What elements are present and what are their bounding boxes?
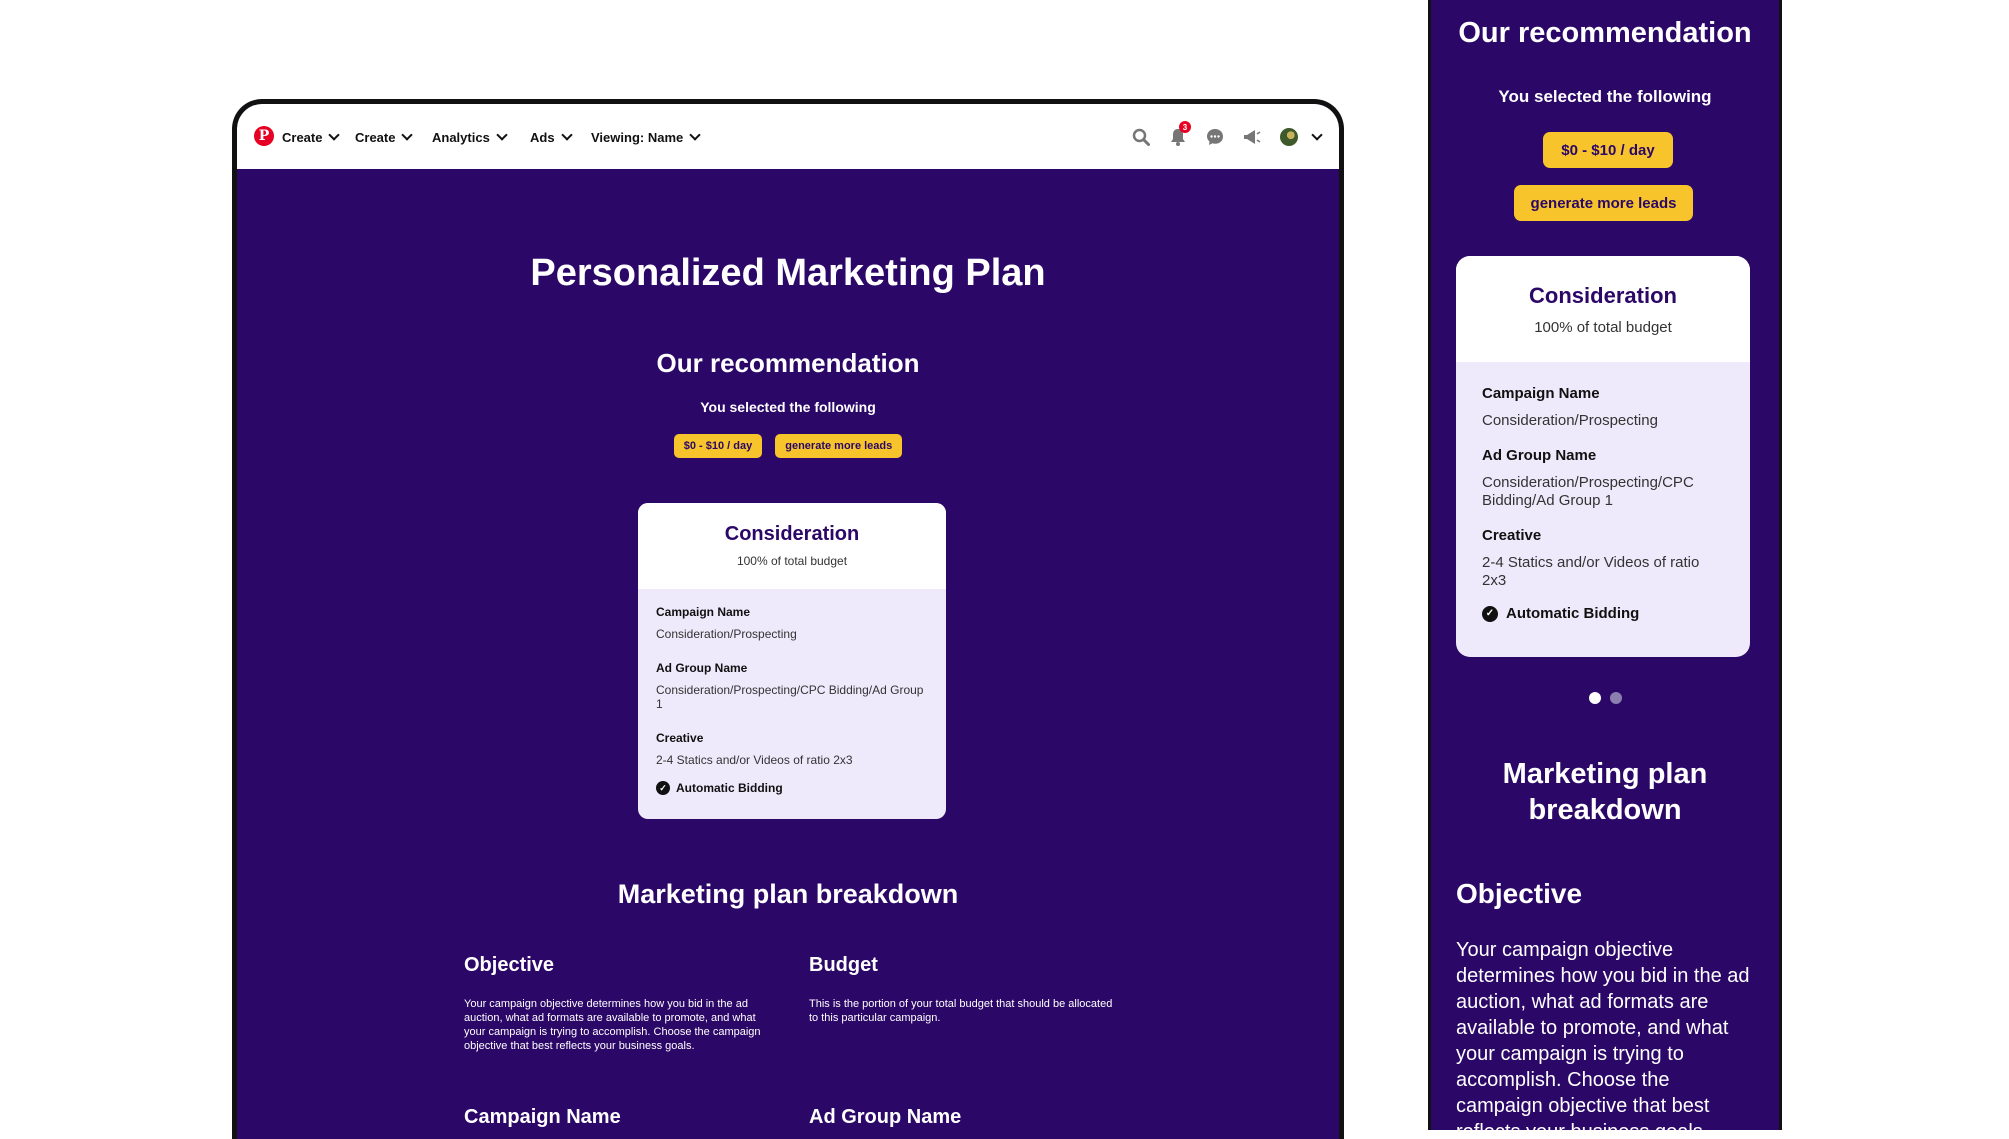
breakdown-heading: Marketing plan breakdown bbox=[1502, 758, 1708, 826]
mobile-preview: Our recommendation You selected the foll… bbox=[1428, 0, 1782, 1130]
field-label: Campaign Name bbox=[1482, 385, 1600, 402]
campaign-name-title: Campaign Name bbox=[464, 1106, 621, 1128]
card-title: Consideration bbox=[724, 523, 860, 545]
message-icon[interactable] bbox=[1204, 126, 1226, 148]
nav-create-2[interactable]: Create bbox=[355, 127, 414, 147]
megaphone-icon[interactable] bbox=[1241, 126, 1263, 148]
field-label: Campaign Name bbox=[656, 605, 751, 619]
card-body: Campaign Name Consideration/Prospecting … bbox=[638, 589, 946, 795]
nav-viewing[interactable]: Viewing: Name bbox=[591, 127, 701, 147]
page-title: Personalized Marketing Plan bbox=[530, 252, 1046, 294]
bell-icon[interactable]: 3 bbox=[1167, 121, 1191, 148]
budget-title: Budget bbox=[809, 954, 878, 976]
card-header: Consideration 100% of total budget bbox=[1456, 256, 1750, 362]
creative-field: Creative 2-4 Statics and/or Videos of ra… bbox=[1482, 527, 1724, 590]
check-circle-icon: ✓ bbox=[656, 781, 670, 795]
budget-chip[interactable]: $0 - $10 / day bbox=[1543, 132, 1673, 168]
automatic-bidding-row: ✓ Automatic Bidding bbox=[656, 781, 928, 795]
nav-ads[interactable]: Ads bbox=[530, 127, 573, 147]
card-header: Consideration 100% of total budget bbox=[638, 503, 946, 589]
check-circle-icon: ✓ bbox=[1482, 605, 1498, 622]
field-label: Creative bbox=[1482, 527, 1542, 544]
budget-chip[interactable]: $0 - $10 / day bbox=[673, 434, 763, 458]
campaign-name-field: Campaign Name Consideration/Prospecting bbox=[1482, 385, 1724, 430]
avatar-image bbox=[1280, 128, 1298, 146]
carousel-pagination bbox=[1431, 692, 1779, 704]
creative-field: Creative 2-4 Statics and/or Videos of ra… bbox=[656, 731, 928, 767]
chevron-down-icon bbox=[328, 129, 341, 141]
chevron-down-icon bbox=[689, 129, 701, 141]
automatic-bidding-label: Automatic Bidding bbox=[1506, 605, 1640, 622]
recommendation-heading: Our recommendation bbox=[1458, 17, 1752, 49]
campaign-name-field: Campaign Name Consideration/Prospecting bbox=[656, 605, 928, 641]
field-value: Consideration/Prospecting/CPC Bidding/Ad… bbox=[1482, 474, 1694, 509]
chevron-down-icon bbox=[401, 129, 414, 141]
avatar[interactable] bbox=[1278, 126, 1300, 148]
chevron-down-icon bbox=[496, 129, 508, 141]
field-value: Consideration/Prospecting bbox=[1482, 412, 1658, 429]
field-value: Consideration/Prospecting/CPC Bidding/Ad… bbox=[656, 683, 924, 711]
selected-text: You selected the following bbox=[1498, 87, 1712, 106]
field-value: 2-4 Statics and/or Videos of ratio 2x3 bbox=[656, 753, 853, 767]
notification-badge: 3 bbox=[1179, 121, 1191, 133]
objective-title: Objective bbox=[464, 954, 555, 976]
carousel-dot-2[interactable] bbox=[1609, 692, 1622, 704]
objective-title: Objective bbox=[1456, 878, 1583, 909]
account-chevron-down-icon[interactable] bbox=[1306, 126, 1328, 148]
card-title: Consideration bbox=[1529, 283, 1677, 308]
goal-chip[interactable]: generate more leads bbox=[775, 434, 903, 458]
field-value: Consideration/Prospecting bbox=[656, 627, 797, 641]
selected-text: You selected the following bbox=[700, 399, 876, 415]
ad-group-name-title: Ad Group Name bbox=[809, 1106, 962, 1128]
card-body: Campaign Name Consideration/Prospecting … bbox=[1456, 362, 1750, 622]
nav-analytics[interactable]: Analytics bbox=[432, 127, 508, 147]
breakdown-heading: Marketing plan breakdown bbox=[617, 879, 959, 909]
recommendation-card: Consideration 100% of total budget Campa… bbox=[638, 503, 946, 819]
ad-group-name-field: Ad Group Name Consideration/Prospecting/… bbox=[1482, 447, 1724, 510]
goal-chip[interactable]: generate more leads bbox=[1514, 185, 1693, 221]
ad-group-name-field: Ad Group Name Consideration/Prospecting/… bbox=[656, 661, 928, 711]
search-icon[interactable] bbox=[1130, 126, 1152, 148]
budget-text: This is the portion of your total budget… bbox=[809, 998, 1113, 1024]
objective-text: Your campaign objective determines how y… bbox=[1456, 939, 1750, 1130]
objective-text: Your campaign objective determines how y… bbox=[464, 998, 761, 1052]
card-subtitle: 100% of total budget bbox=[1534, 319, 1672, 336]
automatic-bidding-label: Automatic Bidding bbox=[676, 781, 783, 795]
selection-chips: $0 - $10 / day generate more leads bbox=[237, 434, 1339, 458]
field-label: Ad Group Name bbox=[656, 661, 748, 675]
field-value: 2-4 Statics and/or Videos of ratio 2x3 bbox=[1482, 554, 1700, 589]
recommendation-card: Consideration 100% of total budget Campa… bbox=[1456, 256, 1750, 657]
card-subtitle: 100% of total budget bbox=[736, 554, 848, 568]
field-label: Ad Group Name bbox=[1482, 447, 1597, 464]
recommendation-heading: Our recommendation bbox=[656, 348, 920, 378]
automatic-bidding-row: ✓ Automatic Bidding bbox=[1482, 605, 1724, 622]
field-label: Creative bbox=[656, 731, 704, 745]
desktop-preview: P Create Create Analytics Ads Viewing: N… bbox=[232, 99, 1344, 1139]
nav-create-1[interactable]: Create bbox=[282, 127, 341, 147]
pinterest-logo-icon[interactable]: P bbox=[254, 126, 274, 146]
top-nav: P Create Create Analytics Ads Viewing: N… bbox=[237, 104, 1339, 169]
chevron-down-icon bbox=[560, 129, 573, 141]
carousel-dot-1[interactable] bbox=[1588, 692, 1601, 704]
